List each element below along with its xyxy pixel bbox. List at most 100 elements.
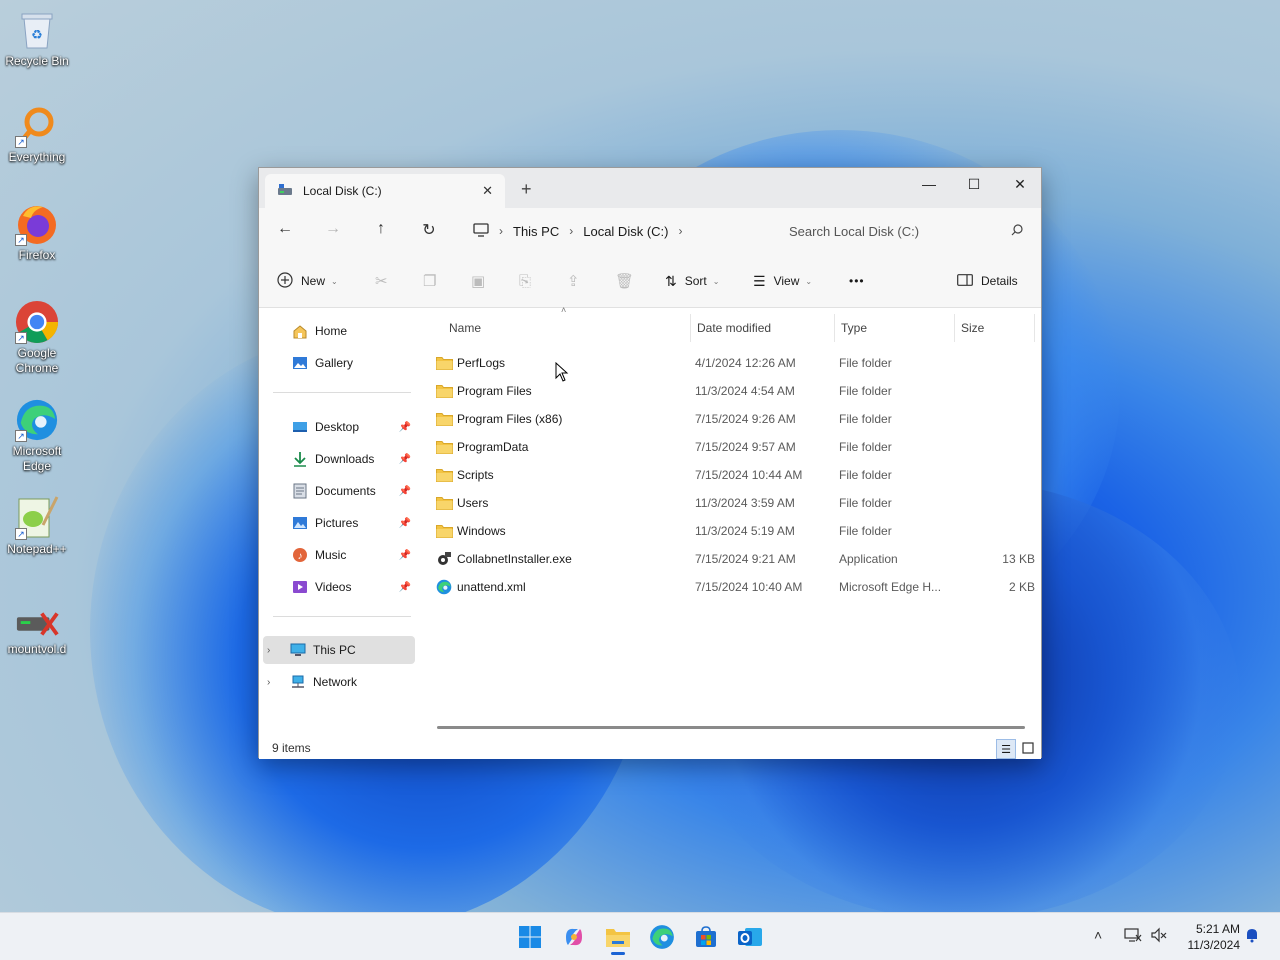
chevron-right-icon[interactable]: › <box>267 645 270 656</box>
sidebar-item-label: This PC <box>313 643 356 657</box>
file-row[interactable]: ProgramData 7/15/2024 9:57 AM File folder <box>433 433 1033 461</box>
details-pane-button[interactable]: Details <box>957 269 1018 293</box>
column-header-date-modified[interactable]: Date modified <box>691 314 835 342</box>
desktop-icon-firefox[interactable]: ↗ Firefox <box>2 202 72 263</box>
taskbar-edge-button[interactable] <box>642 921 682 955</box>
delete-icon[interactable]: 🗑 <box>615 269 634 293</box>
tab-local-disk[interactable]: Local Disk (C:) ✕ <box>265 174 505 208</box>
file-row[interactable]: PerfLogs 4/1/2024 12:26 AM File folder <box>433 349 1033 377</box>
search-input[interactable]: Search Local Disk (C:) <box>775 214 1037 248</box>
desktop-icon-label: Google Chrome <box>15 346 59 375</box>
chevron-right-icon[interactable]: › <box>267 677 270 688</box>
file-row[interactable]: Program Files 11/3/2024 4:54 AM File folde… <box>433 377 1033 405</box>
column-header-type[interactable]: Type <box>835 314 955 342</box>
desktop-icon-mountvol[interactable]: mountvol.d <box>2 608 72 657</box>
details-view-button[interactable]: ☰ <box>996 739 1016 759</box>
show-hidden-icons-button[interactable]: ˄ <box>1094 927 1102 943</box>
search-icon <box>1011 224 1023 239</box>
taskbar-store-button[interactable] <box>686 921 726 955</box>
svg-text:♻: ♻ <box>31 27 43 42</box>
forward-button[interactable]: → <box>321 220 345 242</box>
folder-icon <box>435 495 453 511</box>
sort-button[interactable]: ⇅ Sort ⌄ <box>665 269 719 293</box>
edge-icon: ↗ <box>15 398 59 442</box>
start-button[interactable] <box>510 921 550 955</box>
file-size: 13 KB <box>1002 552 1035 566</box>
sidebar-item-documents[interactable]: Documents 📌 <box>269 477 415 505</box>
file-size <box>963 377 1035 405</box>
view-button[interactable]: ☰ View ⌄ <box>753 269 812 293</box>
up-button[interactable]: ↑ <box>369 220 393 242</box>
file-type: File folder <box>839 468 892 482</box>
sidebar-item-downloads[interactable]: Downloads 📌 <box>269 445 415 473</box>
sidebar-item-home[interactable]: Home <box>269 317 415 345</box>
taskbar-copilot-button[interactable] <box>554 921 594 955</box>
taskbar-file-explorer-button[interactable] <box>598 921 638 955</box>
tab-close-button[interactable]: ✕ <box>482 183 493 199</box>
column-header-name[interactable]: Name <box>443 314 691 342</box>
file-name: PerfLogs <box>457 356 506 370</box>
large-icons-view-button[interactable] <box>1018 739 1038 759</box>
breadcrumb-this-pc[interactable]: This PC <box>513 224 559 239</box>
address-bar[interactable]: › This PC › Local Disk (C:) › <box>465 214 767 248</box>
monitor-icon <box>473 222 489 240</box>
notification-bell-icon[interactable] <box>1245 927 1259 946</box>
chrome-icon: ↗ <box>15 300 59 344</box>
mouse-cursor-icon <box>555 361 569 385</box>
new-button[interactable]: New ⌄ <box>277 269 338 293</box>
rename-icon[interactable]: ⎘ <box>519 269 531 293</box>
refresh-button[interactable]: ↻ <box>417 220 441 242</box>
file-row[interactable]: Users 11/3/2024 3:59 AM File folder <box>433 489 1033 517</box>
pin-icon: 📌 <box>398 581 411 593</box>
file-row[interactable]: Program Files (x86) 7/15/2024 9:26 AM File… <box>433 405 1033 433</box>
more-options-button[interactable]: ••• <box>849 269 865 293</box>
chevron-down-icon: ⌄ <box>712 276 720 286</box>
firefox-icon: ↗ <box>15 202 59 246</box>
maximize-button[interactable]: ☐ <box>951 168 997 200</box>
pin-icon: 📌 <box>398 453 411 465</box>
share-icon[interactable]: ⇪ <box>567 269 580 293</box>
navigation-bar: ← → ↑ ↻ › This PC › Local Disk (C:) › Se… <box>259 208 1041 254</box>
desktop-icon-google-chrome[interactable]: ↗ Google Chrome <box>2 300 72 376</box>
taskbar-outlook-button[interactable] <box>730 921 770 955</box>
status-bar: 9 items ☰ <box>259 739 1041 759</box>
desktop-icon-recycle-bin[interactable]: ♻ Recycle Bin <box>2 8 72 69</box>
file-list: ˄ Name Date modified Type Size PerfLogs 4… <box>419 305 1041 739</box>
file-row[interactable]: Scripts 7/15/2024 10:44 AM File folder <box>433 461 1033 489</box>
desktop-folder-icon <box>291 419 309 435</box>
clock[interactable]: 5:21 AM 11/3/2024 <box>1188 921 1241 953</box>
chevron-right-icon[interactable]: › <box>678 224 682 238</box>
cut-icon[interactable]: ✂ <box>375 269 388 293</box>
chevron-down-icon: ⌄ <box>331 276 338 286</box>
desktop-icon-notepad-plus-plus[interactable]: ↗ Notepad++ <box>2 496 72 557</box>
sidebar-item-network[interactable]: › Network <box>263 668 415 696</box>
network-status-icon[interactable] <box>1124 927 1142 946</box>
sidebar-item-music[interactable]: ♪ Music 📌 <box>269 541 415 569</box>
column-header-size[interactable]: Size <box>955 314 1035 342</box>
sidebar-item-this-pc[interactable]: › This PC <box>263 636 415 664</box>
sidebar-item-gallery[interactable]: Gallery <box>269 349 415 377</box>
minimize-button[interactable]: — <box>906 168 952 200</box>
shortcut-arrow-icon: ↗ <box>15 528 27 540</box>
new-tab-button[interactable]: + <box>521 179 532 200</box>
close-button[interactable]: ✕ <box>997 168 1043 200</box>
file-row[interactable]: CollabnetInstaller.exe 7/15/2024 9:21 AM A… <box>433 545 1035 573</box>
file-row[interactable]: Windows 11/3/2024 5:19 AM File folder <box>433 517 1033 545</box>
breadcrumb-local-disk[interactable]: Local Disk (C:) <box>583 224 668 239</box>
file-row[interactable]: unattend.xml 7/15/2024 10:40 AM Microsoft … <box>433 573 1035 601</box>
copy-icon[interactable]: ❐ <box>423 269 436 293</box>
svg-text:♪: ♪ <box>298 551 303 562</box>
desktop-icon-microsoft-edge[interactable]: ↗ Microsoft Edge <box>2 398 72 474</box>
sidebar-item-pictures[interactable]: Pictures 📌 <box>269 509 415 537</box>
folder-icon <box>435 411 453 427</box>
sidebar-item-desktop[interactable]: Desktop 📌 <box>269 413 415 441</box>
horizontal-scrollbar[interactable] <box>437 726 1025 729</box>
paste-icon[interactable]: ▣ <box>471 269 485 293</box>
desktop-icon-everything[interactable]: ↗ Everything <box>2 104 72 165</box>
drive-icon <box>277 183 293 200</box>
file-date-modified: 11/3/2024 5:19 AM <box>695 524 795 538</box>
volume-muted-icon[interactable] <box>1150 927 1168 946</box>
file-type: Application <box>839 552 898 566</box>
sidebar-item-videos[interactable]: Videos 📌 <box>269 573 415 601</box>
back-button[interactable]: ← <box>273 220 297 242</box>
